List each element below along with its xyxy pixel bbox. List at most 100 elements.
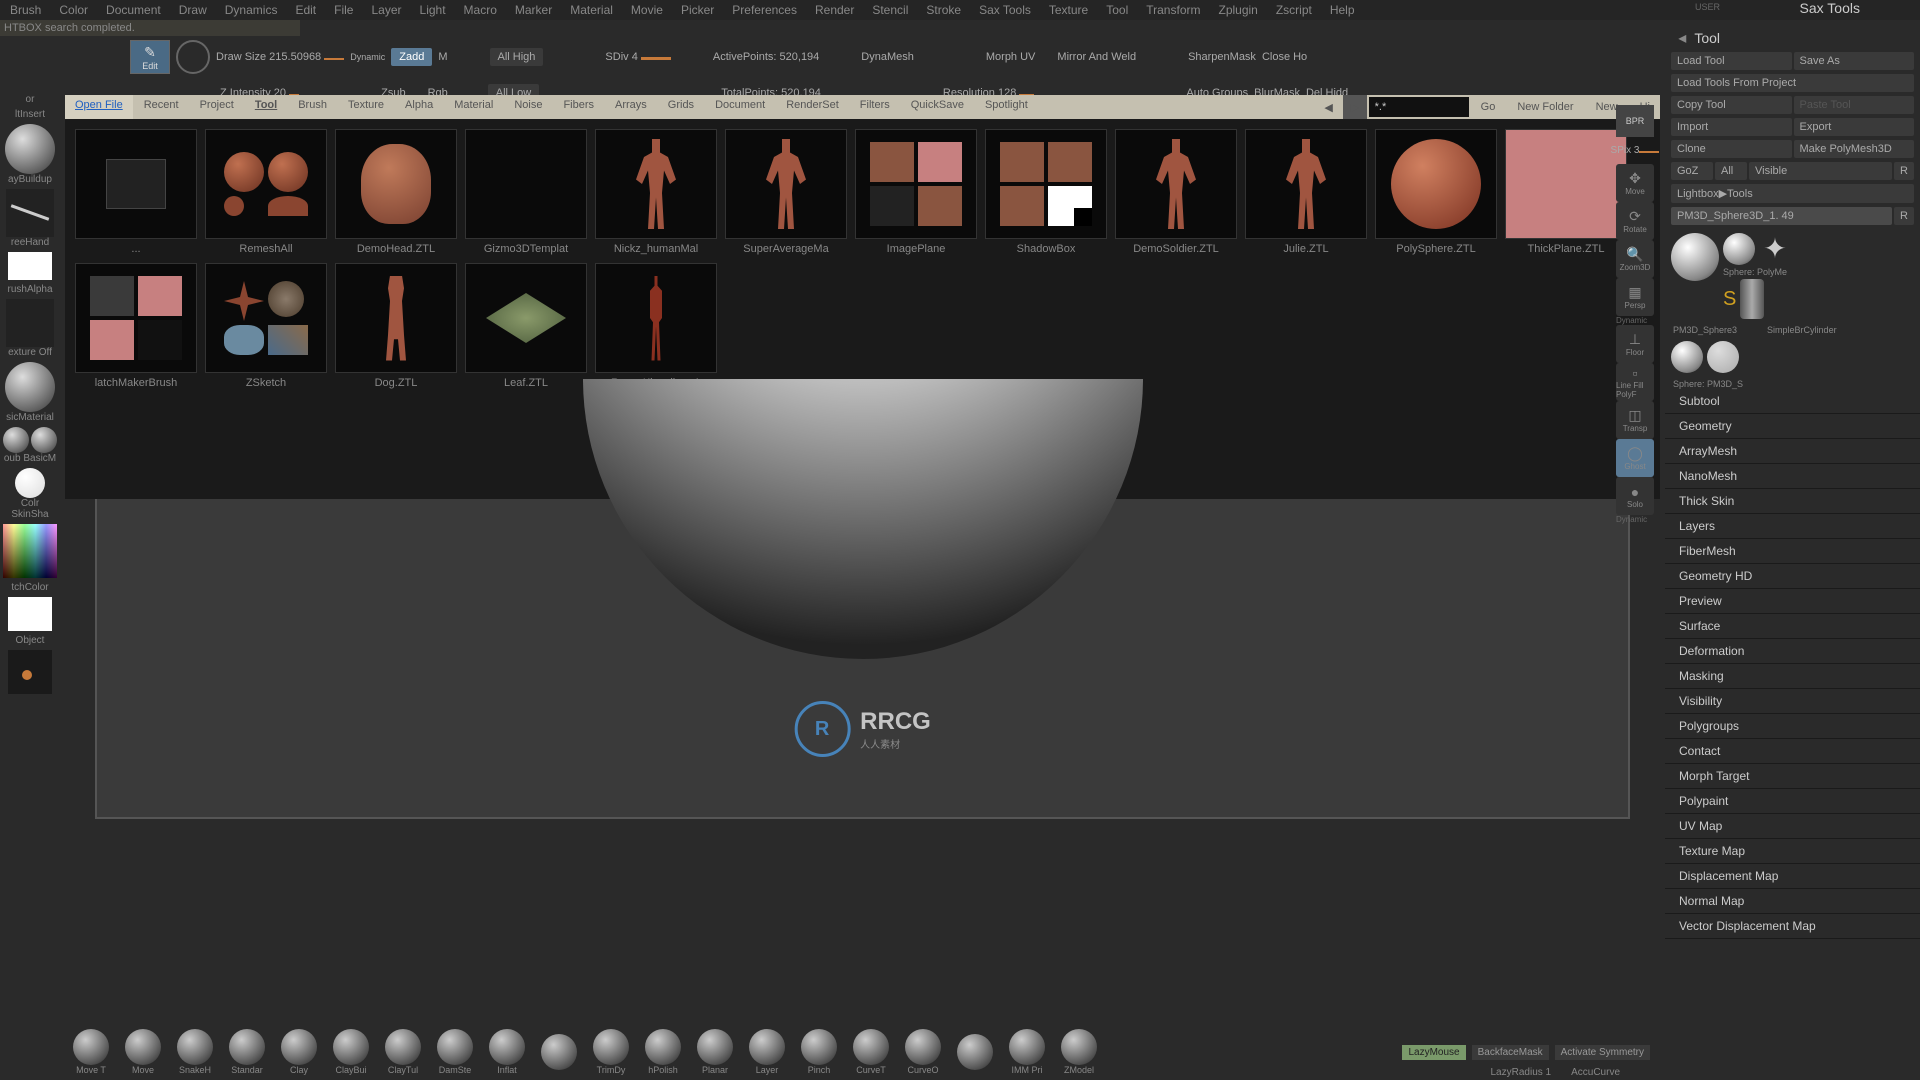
menu-movie[interactable]: Movie — [631, 3, 663, 17]
section-displacement-map[interactable]: Displacement Map — [1665, 864, 1920, 889]
menu-material[interactable]: Material — [570, 3, 613, 17]
morph-uv-button[interactable]: Morph UV — [986, 51, 1036, 63]
menu-stencil[interactable]: Stencil — [872, 3, 908, 17]
thumb-remeshall[interactable]: RemeshAll — [205, 129, 327, 255]
brush-zmodel[interactable]: ZModel — [1058, 1029, 1100, 1075]
brush-thumb[interactable]: ayBuildup — [2, 124, 58, 185]
copy-tool-button[interactable]: Copy Tool — [1671, 96, 1792, 114]
section-arraymesh[interactable]: ArrayMesh — [1665, 439, 1920, 464]
tool-star-icon[interactable]: ✦ — [1759, 233, 1791, 265]
brush-imm pri[interactable]: IMM Pri — [1006, 1029, 1048, 1075]
user-menu-name[interactable]: Sax Tools — [1800, 0, 1860, 16]
lightbox-tab-document[interactable]: Document — [705, 95, 775, 119]
thumb-imageplane[interactable]: ImagePlane — [855, 129, 977, 255]
alpha-thumb[interactable]: rushAlpha — [2, 252, 58, 295]
tool-r-button[interactable]: R — [1894, 207, 1914, 225]
accu-curve[interactable]: AccuCurve — [1571, 1067, 1620, 1078]
section-normal-map[interactable]: Normal Map — [1665, 889, 1920, 914]
lightbox-tab-filters[interactable]: Filters — [850, 95, 900, 119]
menu-draw[interactable]: Draw — [179, 3, 207, 17]
viewport-floor-button[interactable]: ⊥Floor — [1616, 325, 1654, 363]
thumb-ryan_kingslien_a[interactable]: Ryan_Kingslien_A — [595, 263, 717, 389]
brush-curvet[interactable]: CurveT — [850, 1029, 892, 1075]
lightbox-tab-fibers[interactable]: Fibers — [553, 95, 604, 119]
clone-button[interactable]: Clone — [1671, 140, 1792, 158]
search-input[interactable] — [1369, 97, 1469, 117]
section-fibermesh[interactable]: FiberMesh — [1665, 539, 1920, 564]
dynamesh-button[interactable]: DynaMesh — [861, 51, 914, 63]
section-subtool[interactable]: Subtool — [1665, 389, 1920, 414]
mirror-weld-button[interactable]: Mirror And Weld — [1057, 51, 1136, 63]
section-visibility[interactable]: Visibility — [1665, 689, 1920, 714]
lightbox-tab-noise[interactable]: Noise — [504, 95, 552, 119]
thumb-leaf-ztl[interactable]: Leaf.ZTL — [465, 263, 587, 389]
lazymouse-toggle[interactable]: LazyMouse — [1402, 1045, 1465, 1060]
import-button[interactable]: Import — [1671, 118, 1792, 136]
lightbox-tab-alpha[interactable]: Alpha — [395, 95, 443, 119]
section-masking[interactable]: Masking — [1665, 664, 1920, 689]
menu-document[interactable]: Document — [106, 3, 161, 17]
material-alt[interactable]: oub BasicM — [2, 427, 58, 464]
thumb-julie-ztl[interactable]: Julie.ZTL — [1245, 129, 1367, 255]
section-morph-target[interactable]: Morph Target — [1665, 764, 1920, 789]
lightbox-tab-brush[interactable]: Brush — [288, 95, 337, 119]
section-preview[interactable]: Preview — [1665, 589, 1920, 614]
thumb-demosoldier-ztl[interactable]: DemoSoldier.ZTL — [1115, 129, 1237, 255]
menu-help[interactable]: Help — [1330, 3, 1355, 17]
section-texture-map[interactable]: Texture Map — [1665, 839, 1920, 864]
brush-damste[interactable]: DamSte — [434, 1029, 476, 1075]
lightbox-tab-tool[interactable]: Tool — [245, 95, 287, 119]
section-vector-displacement-map[interactable]: Vector Displacement Map — [1665, 914, 1920, 939]
tool-s-icon[interactable]: S — [1723, 288, 1736, 311]
viewport-ghost-button[interactable]: ◯Ghost — [1616, 439, 1654, 477]
section-deformation[interactable]: Deformation — [1665, 639, 1920, 664]
make-polymesh-button[interactable]: Make PolyMesh3D — [1794, 140, 1915, 158]
texture-thumb[interactable]: exture Off — [2, 299, 58, 358]
load-project-button[interactable]: Load Tools From Project — [1671, 74, 1914, 92]
thumb-polysphere-ztl[interactable]: PolySphere.ZTL — [1375, 129, 1497, 255]
lightbox-tab-spotlight[interactable]: Spotlight — [975, 95, 1038, 119]
viewport-line-fill-polyf-button[interactable]: ▫Line Fill PolyF — [1616, 363, 1654, 401]
section-polypaint[interactable]: Polypaint — [1665, 789, 1920, 814]
sharpen-mask-button[interactable]: SharpenMask — [1188, 51, 1256, 63]
menu-color[interactable]: Color — [59, 3, 88, 17]
menu-file[interactable]: File — [334, 3, 353, 17]
thumb-demohead-ztl[interactable]: DemoHead.ZTL — [335, 129, 457, 255]
lightbox-tab-renderset[interactable]: RenderSet — [776, 95, 849, 119]
new-folder-button[interactable]: New Folder — [1507, 97, 1583, 117]
thumb-thickplane-ztl[interactable]: ThickPlane.ZTL — [1505, 129, 1627, 255]
brush-trimdy[interactable]: TrimDy — [590, 1029, 632, 1075]
menu-layer[interactable]: Layer — [371, 3, 401, 17]
lightbox-tab-open-file[interactable]: Open File — [65, 95, 133, 119]
menu-tool[interactable]: Tool — [1106, 3, 1128, 17]
goz-button[interactable]: GoZ — [1671, 162, 1713, 180]
edit-mode-button[interactable]: ✎Edit — [130, 40, 170, 74]
menu-texture[interactable]: Texture — [1049, 3, 1088, 17]
all-high-button[interactable]: All High — [490, 48, 544, 66]
lightbox-tab-grids[interactable]: Grids — [658, 95, 704, 119]
thumb----[interactable]: ... — [75, 129, 197, 255]
brush-inflat[interactable]: Inflat — [486, 1029, 528, 1075]
brush-blank[interactable] — [954, 1034, 996, 1070]
section-contact[interactable]: Contact — [1665, 739, 1920, 764]
thumb-latchmakerbrush[interactable]: latchMakerBrush — [75, 263, 197, 389]
menu-picker[interactable]: Picker — [681, 3, 714, 17]
brush-clay[interactable]: Clay — [278, 1029, 320, 1075]
color-picker[interactable]: tchColor — [2, 524, 58, 593]
viewport-transp-button[interactable]: ◫Transp — [1616, 401, 1654, 439]
brush-planar[interactable]: Planar — [694, 1029, 736, 1075]
viewport-zoom3d-button[interactable]: 🔍Zoom3D — [1616, 240, 1654, 278]
menu-brush[interactable]: Brush — [10, 3, 41, 17]
zadd-button[interactable]: Zadd — [391, 48, 432, 66]
section-geometry[interactable]: Geometry — [1665, 414, 1920, 439]
load-tool-button[interactable]: Load Tool — [1671, 52, 1792, 70]
menu-edit[interactable]: Edit — [295, 3, 316, 17]
brush-layer[interactable]: Layer — [746, 1029, 788, 1075]
save-as-button[interactable]: Save As — [1794, 52, 1915, 70]
brush-move[interactable]: Move — [122, 1029, 164, 1075]
backface-mask-toggle[interactable]: BackfaceMask — [1472, 1045, 1549, 1060]
menu-marker[interactable]: Marker — [515, 3, 552, 17]
menu-dynamics[interactable]: Dynamics — [225, 3, 278, 17]
nav-back-icon[interactable]: ◀ — [1317, 95, 1341, 119]
menu-zplugin[interactable]: Zplugin — [1218, 3, 1257, 17]
